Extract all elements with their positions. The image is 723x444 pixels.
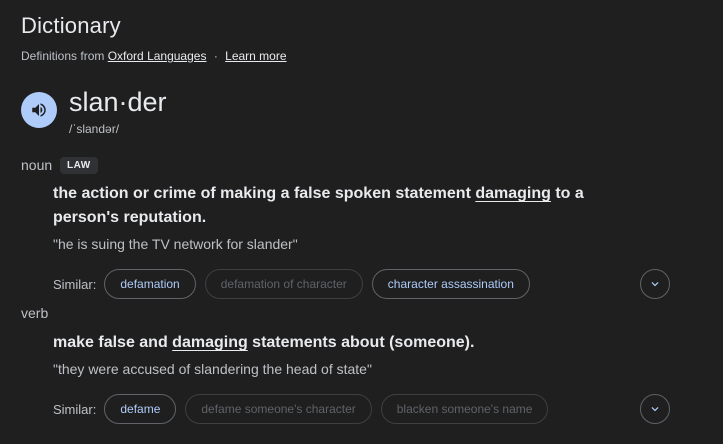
definition-text: statements about (someone).	[247, 334, 475, 351]
part-of-speech-verb: verb	[21, 305, 49, 321]
similar-chip[interactable]: blacken someone's name	[380, 394, 549, 424]
similar-row-noun: Similar: defamation defamation of charac…	[53, 268, 539, 300]
expand-button[interactable]	[640, 394, 670, 424]
chevron-down-icon	[651, 282, 659, 287]
similar-label: Similar:	[53, 401, 97, 417]
similar-chip[interactable]: defamation of character	[204, 269, 363, 299]
dictionary-card: Dictionary Definitions from Oxford Langu…	[0, 0, 723, 444]
similar-chip[interactable]: defamation	[104, 269, 196, 299]
similar-chip[interactable]: character assassination	[371, 269, 530, 299]
page-title: Dictionary	[21, 13, 121, 38]
example-verb: "they were accused of slandering the hea…	[53, 361, 372, 377]
definition-verb: make false and damaging statements about…	[53, 331, 653, 355]
expand-button[interactable]	[640, 269, 670, 299]
oxford-languages-link[interactable]: Oxford Languages	[108, 49, 207, 63]
similar-row-verb: Similar: defame defame someone's charact…	[53, 393, 557, 425]
learn-more-link[interactable]: Learn more	[225, 49, 286, 63]
similar-chip[interactable]: defame someone's character	[185, 394, 372, 424]
pronunciation-button[interactable]	[21, 92, 57, 128]
damaging-link[interactable]: damaging	[172, 334, 248, 351]
similar-chip[interactable]: defame	[104, 394, 177, 424]
domain-badge: LAW	[60, 157, 98, 174]
definition-noun: the action or crime of making a false sp…	[53, 182, 653, 230]
definition-text: make false and	[53, 334, 173, 351]
separator: ·	[213, 49, 218, 63]
part-of-speech-noun: noun	[21, 157, 53, 173]
source-line: Definitions from Oxford Languages · Lear…	[21, 49, 287, 63]
example-noun: "he is suing the TV network for slander"	[53, 236, 298, 252]
chevron-down-icon	[651, 407, 659, 412]
headword: slan·der	[69, 87, 167, 117]
phonetic: /ˈslandər/	[69, 122, 120, 136]
similar-label: Similar:	[53, 276, 97, 292]
source-prefix: Definitions from	[21, 49, 105, 63]
damaging-link[interactable]: damaging	[475, 185, 551, 202]
speaker-icon	[32, 103, 46, 117]
definition-text: the action or crime of making a false sp…	[53, 185, 476, 202]
